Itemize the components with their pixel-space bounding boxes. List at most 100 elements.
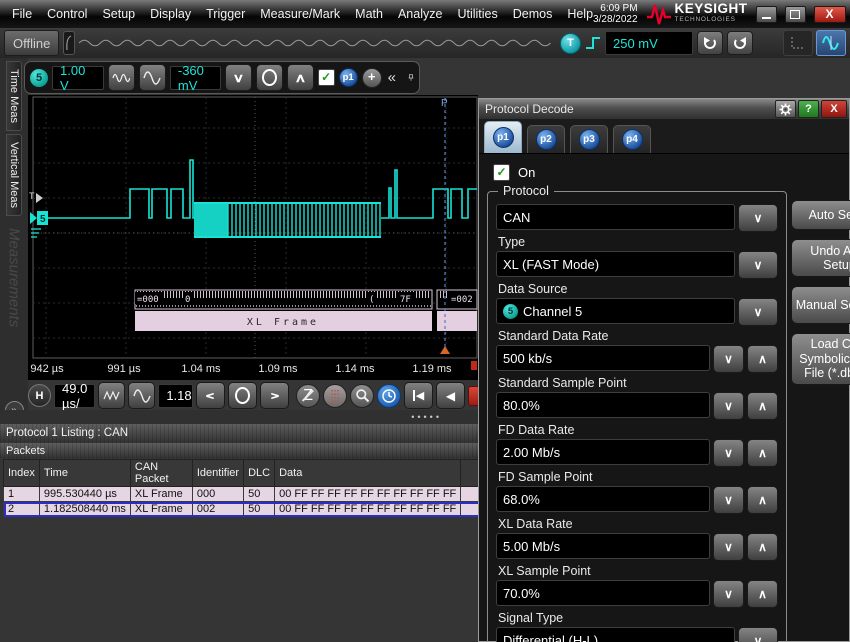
menu-item-display[interactable]: Display [150, 7, 191, 21]
zoom-out-wave-button[interactable] [98, 382, 125, 409]
undo-button[interactable] [697, 31, 723, 55]
gear-icon[interactable] [775, 100, 796, 118]
table-row[interactable]: 1995.530440 µsXL Frame0005000 FF FF FF F… [4, 487, 507, 502]
increment-button-standard-data-rate[interactable]: ∧ [747, 345, 778, 373]
dropdown-arrow-signal-type[interactable]: ∨ [738, 627, 778, 642]
scale-large-wave-button[interactable] [139, 64, 166, 91]
menu-item-utilities[interactable]: Utilities [457, 7, 497, 21]
help-button[interactable]: ? [798, 100, 819, 118]
tab-time-meas[interactable]: Time Meas [6, 61, 22, 131]
zoom-search-button[interactable] [350, 384, 374, 408]
dropdown-arrow-data-source[interactable]: ∨ [738, 298, 778, 326]
column-header-can-packet[interactable]: CAN Packet [130, 460, 192, 487]
listing-title-bar[interactable]: Protocol 1 Listing : CAN [0, 424, 478, 442]
menu-item-file[interactable]: File [12, 7, 32, 21]
horizontal-menu-button[interactable]: H [28, 384, 51, 407]
zoom-reset-button[interactable]: Z [296, 384, 320, 408]
dropdown-arrow-type[interactable]: ∨ [738, 251, 778, 279]
packet-table[interactable]: IndexTimeCAN PacketIdentifierDLCData 199… [3, 459, 507, 517]
decrement-button-xl-data-rate[interactable]: ∨ [713, 533, 744, 561]
dialog-close-button[interactable]: X [821, 100, 847, 118]
trigger-badge[interactable]: T [560, 33, 581, 54]
grid-markers-button[interactable] [323, 384, 347, 408]
decrement-button-standard-sample-point[interactable]: ∨ [713, 392, 744, 420]
offset-zero-button[interactable] [256, 64, 283, 91]
increment-button-xl-sample-point[interactable]: ∧ [747, 580, 778, 608]
field-value-xl-data-rate[interactable]: 5.00 Mb/s [496, 533, 710, 559]
field-value-fd-sample-point[interactable]: 68.0% [496, 486, 710, 512]
packets-section-bar[interactable]: Packets [0, 443, 478, 458]
column-header-identifier[interactable]: Identifier [192, 460, 243, 487]
tab-vertical-meas[interactable]: Vertical Meas [6, 134, 22, 216]
channel-visible-checkbox[interactable]: ✓ [318, 69, 335, 86]
decode-tab-p4[interactable]: p4 [613, 125, 651, 153]
decode-tab-p1[interactable]: p1 [484, 121, 522, 153]
field-value-data-source[interactable]: 5Channel 5 [496, 298, 735, 324]
menu-item-trigger[interactable]: Trigger [206, 7, 245, 21]
decrement-button-fd-sample-point[interactable]: ∨ [713, 486, 744, 514]
field-value-fd-data-rate[interactable]: 2.00 Mb/s [496, 439, 710, 465]
autoscale-icon[interactable] [816, 30, 846, 56]
undo-auto-setup-button[interactable]: Undo Auto Setup [791, 239, 850, 277]
pan-right-button[interactable]: ∨ [260, 382, 289, 409]
decode-on-checkbox[interactable]: ✓ [493, 164, 510, 181]
channel-scale-field[interactable]: 1.00 V [52, 66, 104, 90]
waveform-display[interactable]: =0000(7FXL Frame=002 T5 P [28, 95, 478, 360]
pin-icon[interactable] [408, 71, 414, 85]
column-header-data[interactable]: Data [275, 460, 461, 487]
channel-5-badge[interactable]: 5 [30, 69, 48, 87]
field-value-can[interactable]: CAN [496, 204, 735, 230]
redo-button[interactable] [727, 31, 753, 55]
wave-handle[interactable] [63, 31, 74, 55]
manual-setup-button[interactable]: Manual Setup... [791, 286, 850, 324]
channel-offset-field[interactable]: -360 mV [170, 66, 221, 90]
decrement-button-xl-sample-point[interactable]: ∨ [713, 580, 744, 608]
splitter-handle[interactable]: ••••• [411, 412, 442, 422]
clock-button[interactable] [377, 384, 401, 408]
menu-item-math[interactable]: Math [355, 7, 383, 21]
menu-item-setup[interactable]: Setup [102, 7, 135, 21]
step-back-button[interactable]: ◀ [436, 382, 465, 409]
increment-button-fd-sample-point[interactable]: ∧ [747, 486, 778, 514]
dropdown-arrow-can[interactable]: ∨ [738, 204, 778, 232]
load-can-symbolic-data-file-dbc-button[interactable]: Load CAN Symbolic Data File (*.dbc)... [791, 333, 850, 385]
menu-item-measure-mark[interactable]: Measure/Mark [260, 7, 340, 21]
decode-tab-p3[interactable]: p3 [570, 125, 608, 153]
table-row[interactable]: 21.182508440 msXL Frame0025000 FF FF FF … [4, 502, 507, 517]
dialog-title-bar[interactable]: Protocol Decode ? X [479, 99, 849, 119]
menu-item-demos[interactable]: Demos [513, 7, 553, 21]
menu-item-help[interactable]: Help [567, 7, 593, 21]
minimize-button[interactable] [756, 6, 777, 23]
add-button[interactable]: + [362, 68, 382, 88]
field-value-standard-sample-point[interactable]: 80.0% [496, 392, 710, 418]
scale-small-wave-button[interactable] [108, 64, 135, 91]
field-value-signal-type[interactable]: Differential (H-L) [496, 627, 735, 642]
horizontal-position-field[interactable]: 1.186820 [158, 384, 193, 408]
timebase-field[interactable]: 49.0 µs/ [54, 384, 95, 408]
decrement-button-standard-data-rate[interactable]: ∨ [713, 345, 744, 373]
column-header-dlc[interactable]: DLC [244, 460, 275, 487]
trigger-level-field[interactable]: 250 mV [605, 31, 693, 55]
offset-down-button[interactable]: ∨ [225, 64, 252, 91]
offset-up-button[interactable]: ∧ [287, 64, 314, 91]
menu-item-control[interactable]: Control [47, 7, 87, 21]
pane-splitter[interactable]: ••••• [0, 410, 478, 424]
increment-button-fd-data-rate[interactable]: ∧ [747, 439, 778, 467]
collapse-chevrons[interactable]: « [388, 69, 396, 86]
decode-tab-p2[interactable]: p2 [527, 125, 565, 153]
pan-left-button[interactable]: ∨ [196, 382, 225, 409]
decrement-button-fd-data-rate[interactable]: ∨ [713, 439, 744, 467]
auto-setup-button[interactable]: Auto Setup [791, 200, 850, 230]
pan-center-button[interactable] [228, 382, 257, 409]
display-corner-icon[interactable] [783, 30, 813, 56]
maximize-button[interactable] [785, 6, 806, 23]
field-value-type[interactable]: XL (FAST Mode) [496, 251, 735, 277]
p1-marker-badge[interactable]: p1 [339, 68, 358, 87]
field-value-standard-data-rate[interactable]: 500 kb/s [496, 345, 710, 371]
column-header-time[interactable]: Time [39, 460, 130, 487]
close-button[interactable]: X [814, 6, 846, 23]
menu-item-analyze[interactable]: Analyze [398, 7, 442, 21]
zoom-in-wave-button[interactable] [128, 382, 155, 409]
increment-button-standard-sample-point[interactable]: ∧ [747, 392, 778, 420]
increment-button-xl-data-rate[interactable]: ∧ [747, 533, 778, 561]
